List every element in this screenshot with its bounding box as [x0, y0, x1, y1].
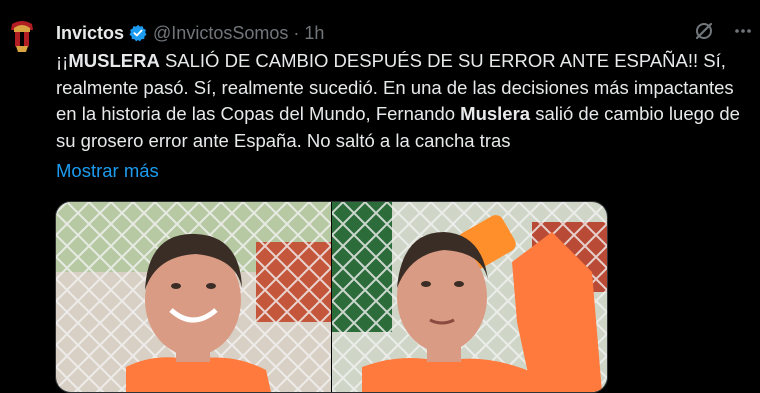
author-handle[interactable]: @InvictosSomos [153, 23, 288, 44]
verified-badge-icon[interactable] [129, 24, 147, 42]
spartan-helmet-logo-icon [2, 16, 42, 56]
author-name[interactable]: Invictos [56, 23, 124, 44]
tweet-text: ¡¡MUSLERA SALIÓ DE CAMBIO DESPUÉS DE SU … [56, 48, 756, 154]
text-bold-muslera: Muslera [460, 103, 531, 124]
show-more-link[interactable]: Mostrar más [56, 158, 159, 184]
tweet-header: Invictos @InvictosSomos · 1h [56, 22, 324, 44]
media-photo-right[interactable] [332, 202, 607, 392]
grok-icon[interactable] [694, 21, 714, 46]
separator-dot: · [293, 22, 300, 43]
text-part: ¡¡ [56, 50, 69, 71]
tweet-card[interactable]: Invictos @InvictosSomos · 1h ¡¡MUSLERA S… [0, 0, 760, 393]
tweet-media[interactable] [55, 201, 608, 393]
media-photo-left[interactable] [56, 202, 331, 392]
text-bold-muslera: MUSLERA [68, 50, 160, 71]
tweet-timestamp[interactable]: 1h [304, 23, 324, 44]
author-avatar[interactable] [2, 16, 42, 56]
more-options-icon[interactable] [733, 21, 753, 46]
